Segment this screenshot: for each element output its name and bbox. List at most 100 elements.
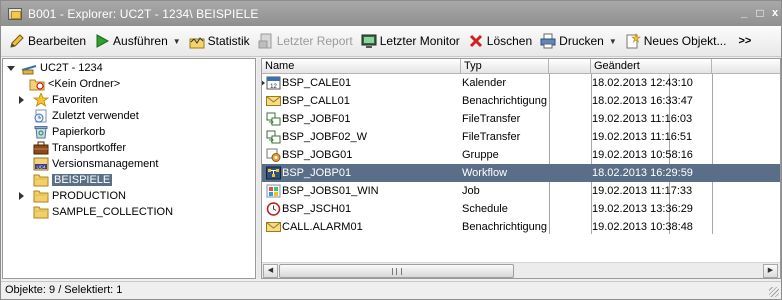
status-bar: Objekte: 9 / Selektiert: 1 [1, 281, 781, 299]
tree-item-label: Zuletzt verwendet [52, 110, 139, 122]
scrollbar-thumb[interactable] [279, 264, 514, 278]
list-row[interactable]: BSP_JOBF01 FileTransfer 19.02.2013 11:16… [262, 110, 780, 128]
tree-item-transportkoffer[interactable]: Transportkoffer [33, 140, 126, 156]
list-row[interactable]: BSP_JOBF02_W FileTransfer 19.02.2013 11:… [262, 128, 780, 146]
print-button[interactable]: Drucken [536, 30, 608, 52]
list-row[interactable]: CALL.ALARM01 Benachrichtigung 19.02.2013… [262, 218, 780, 236]
list-row[interactable]: 12 BSP_CALE01 Kalender 18.02.2013 12:43:… [262, 74, 780, 92]
statistic-icon [189, 33, 205, 49]
row-changed: 19.02.2013 10:38:48 [592, 221, 693, 233]
pencil-icon [9, 33, 25, 49]
tree-expand-icon[interactable] [19, 192, 24, 200]
row-type: Job [462, 185, 480, 197]
run-label: Ausführen [113, 34, 168, 48]
envelope-icon [266, 94, 281, 108]
schedule-icon [266, 202, 281, 216]
last-monitor-button[interactable]: Letzter Monitor [357, 30, 464, 52]
last-report-label: Letzter Report [276, 34, 353, 48]
scroll-left-button[interactable]: ◀ [263, 264, 278, 278]
run-dropdown-icon[interactable]: ▼ [173, 37, 181, 46]
delete-icon [468, 33, 484, 49]
row-name: BSP_CALL01 [282, 95, 350, 107]
row-changed: 19.02.2013 11:16:03 [592, 113, 693, 125]
explorer-window: B001 - Explorer: UC2T - 1234\ BEISPIELE … [0, 0, 782, 300]
delete-button[interactable]: Löschen [464, 30, 536, 52]
list-row[interactable]: BSP_CALL01 Benachrichtigung 18.02.2013 1… [262, 92, 780, 110]
maximize-button[interactable]: □ [753, 6, 767, 20]
svg-text:12: 12 [270, 84, 277, 90]
column-header-changed[interactable]: Geändert [591, 59, 712, 74]
group-icon [266, 148, 281, 162]
list-row[interactable]: BSP_JOBS01_WIN Job 19.02.2013 11:17:33 [262, 182, 780, 200]
app-icon [8, 7, 22, 20]
row-type: FileTransfer [462, 131, 521, 143]
row-name: BSP_JOBP01 [282, 167, 352, 179]
toolbar: Bearbeiten Ausführen ▼ Statistik Letzter… [1, 26, 781, 57]
suitcase-icon [33, 141, 49, 155]
tree-item-label: SAMPLE_COLLECTION [52, 206, 174, 218]
row-type: Gruppe [462, 149, 499, 161]
tree-item-zuletzt[interactable]: Zuletzt verwendet [33, 108, 139, 124]
new-object-label: Neues Objekt... [643, 34, 727, 48]
row-type: Kalender [462, 77, 507, 89]
last-report-button[interactable]: Letzter Report [254, 30, 357, 52]
pane-splitter[interactable] [257, 58, 260, 279]
row-name: BSP_JOBG01 [282, 149, 353, 161]
recycle-bin-icon [33, 125, 49, 139]
client-icon [21, 61, 37, 75]
edit-button[interactable]: Bearbeiten [5, 30, 90, 52]
recent-icon [33, 109, 49, 123]
object-list[interactable]: Name Typ Geändert 12 BSP_CALE01 Kalender… [261, 58, 781, 279]
minimize-button[interactable]: _ [737, 6, 751, 20]
tree-root[interactable]: UC2T - 1234 [7, 60, 103, 76]
tree-item-label: PRODUCTION [52, 190, 126, 202]
list-row[interactable]: BSP_JOBG01 Gruppe 19.02.2013 10:58:16 [262, 146, 780, 164]
tree-item-favoriten[interactable]: Favoriten [19, 91, 98, 108]
tree-root-label: UC2T - 1234 [40, 62, 103, 74]
row-name: CALL.ALARM01 [282, 221, 363, 233]
job-icon [266, 184, 281, 198]
horizontal-scrollbar[interactable]: ◀ ▶ [262, 262, 780, 278]
folder-tree[interactable]: UC2T - 1234 <Kein Ordner> Favoriten Zule… [2, 58, 256, 279]
statistic-button[interactable]: Statistik [185, 30, 254, 52]
more-tools-button[interactable]: >> [738, 35, 751, 47]
row-pointer-icon [262, 79, 265, 87]
printer-icon [540, 33, 556, 49]
tree-item-papierkorb[interactable]: Papierkorb [33, 124, 105, 140]
row-changed: 19.02.2013 13:36:29 [592, 203, 693, 215]
tree-item-label: Transportkoffer [52, 142, 126, 154]
delete-label: Löschen [486, 34, 533, 48]
tree-item-sample-collection[interactable]: SAMPLE_COLLECTION [33, 204, 173, 220]
monitor-icon [361, 33, 377, 49]
resize-grip-icon[interactable] [769, 287, 779, 297]
last-monitor-label: Letzter Monitor [379, 34, 460, 48]
row-changed: 19.02.2013 11:17:33 [592, 185, 693, 197]
tree-item-beispiele[interactable]: BEISPIELE [33, 172, 113, 188]
column-header-type[interactable]: Typ [461, 59, 549, 74]
row-name: BSP_CALE01 [282, 77, 352, 89]
report-icon [258, 33, 274, 49]
tree-item-versionsmanagement[interactable]: UC4 Versionsmanagement [33, 156, 158, 172]
list-row-selected[interactable]: BSP_JOBP01 Workflow 18.02.2013 16:29:59 [262, 164, 780, 182]
row-changed: 19.02.2013 11:16:51 [592, 131, 693, 143]
scroll-right-button[interactable]: ▶ [763, 264, 778, 278]
tree-expand-icon[interactable] [7, 66, 15, 71]
title-bar[interactable]: B001 - Explorer: UC2T - 1234\ BEISPIELE … [1, 1, 781, 26]
tree-item-kein-ordner[interactable]: <Kein Ordner> [29, 76, 120, 92]
star-icon [32, 91, 50, 107]
close-button[interactable]: x [768, 6, 782, 20]
new-object-icon [625, 33, 641, 49]
tree-item-label: Versionsmanagement [52, 158, 159, 170]
folder-icon [33, 189, 49, 203]
list-row[interactable]: BSP_JSCH01 Schedule 19.02.2013 13:36:29 [262, 200, 780, 218]
tree-expand-icon[interactable] [19, 96, 24, 104]
print-dropdown-icon[interactable]: ▼ [609, 37, 617, 46]
column-header-name[interactable]: Name [262, 59, 461, 74]
tree-item-production[interactable]: PRODUCTION [19, 188, 126, 204]
row-type: Workflow [462, 167, 508, 179]
new-object-button[interactable]: Neues Objekt... [621, 30, 731, 52]
run-button[interactable]: Ausführen [90, 30, 172, 52]
column-header-blank[interactable] [549, 59, 591, 74]
window-title: B001 - Explorer: UC2T - 1234\ BEISPIELE [28, 6, 259, 21]
status-text: Objekte: 9 / Selektiert: 1 [5, 284, 123, 296]
